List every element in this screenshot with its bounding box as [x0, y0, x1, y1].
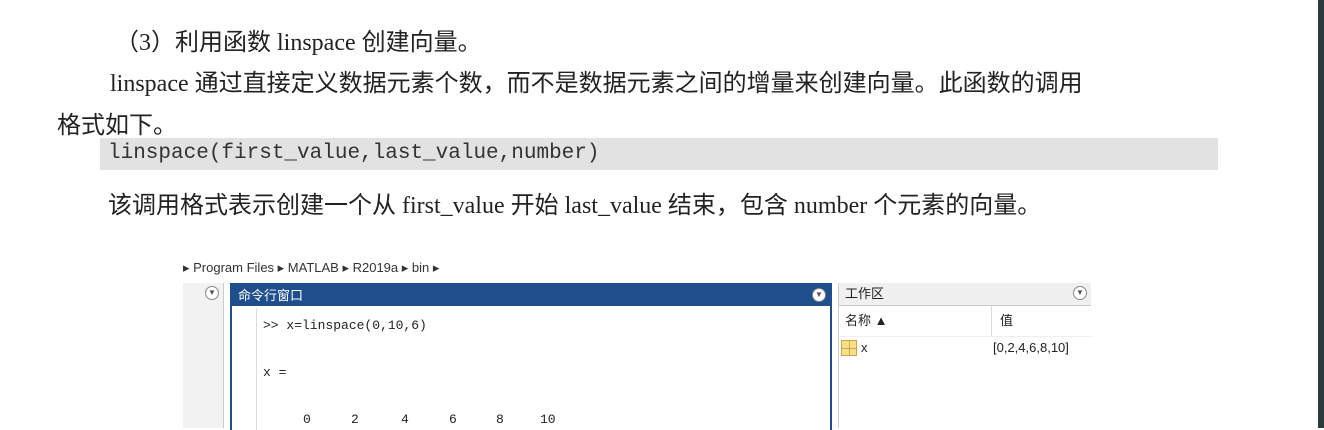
command-window[interactable]: 命令行窗口 ▼ >> x=linspace(0,10,6) x = 0 2 4 6…: [230, 283, 832, 430]
breadcrumb[interactable]: ▸ Program Files ▸ MATLAB ▸ R2019a ▸ bin …: [183, 260, 439, 276]
variable-name: x: [861, 340, 868, 355]
panel-menu-icon[interactable]: ▼: [812, 288, 826, 302]
panel-menu-icon[interactable]: ▼: [1073, 286, 1087, 300]
section-heading: （3）利用函数 linspace 创建向量。: [115, 30, 482, 56]
paragraph-line: linspace 通过直接定义数据元素个数，而不是数据元素之间的增量来创建向量。…: [110, 71, 1083, 97]
output-value: 4: [401, 412, 409, 427]
code-text: linspace(first_value,last_value,number): [108, 142, 600, 165]
output-value: 6: [449, 412, 457, 427]
output-value: 2: [351, 412, 359, 427]
output-value: 8: [496, 412, 504, 427]
output-label: x =: [263, 365, 287, 380]
output-values: 0 2 4 6 8 10: [303, 412, 556, 427]
panel-menu-icon[interactable]: ▼: [205, 286, 219, 300]
column-header-name[interactable]: 名称 ▲: [839, 306, 992, 336]
workspace-title: 工作区: [845, 286, 885, 301]
paragraph-line: 格式如下。: [57, 113, 177, 139]
workspace-row[interactable]: x [0,2,4,6,8,10]: [839, 337, 1091, 359]
screen-edge: [1318, 0, 1324, 428]
matrix-icon: [841, 340, 857, 356]
column-header-value[interactable]: 值: [992, 306, 1013, 336]
current-folder-panel[interactable]: ▼: [183, 283, 224, 428]
command-window-title: 命令行窗口: [238, 288, 304, 303]
command-line: >> x=linspace(0,10,6): [263, 318, 427, 333]
code-block: linspace(first_value,last_value,number): [100, 138, 1218, 170]
workspace-panel[interactable]: 工作区 ▼ 名称 ▲ 值 x [0,2,4,6,8,10]: [838, 283, 1091, 428]
variable-value: [0,2,4,6,8,10]: [993, 340, 1069, 355]
description-text: 该调用格式表示创建一个从 first_value 开始 last_value 结…: [108, 193, 1042, 219]
output-value: 0: [303, 412, 311, 427]
output-value: 10: [540, 412, 556, 427]
